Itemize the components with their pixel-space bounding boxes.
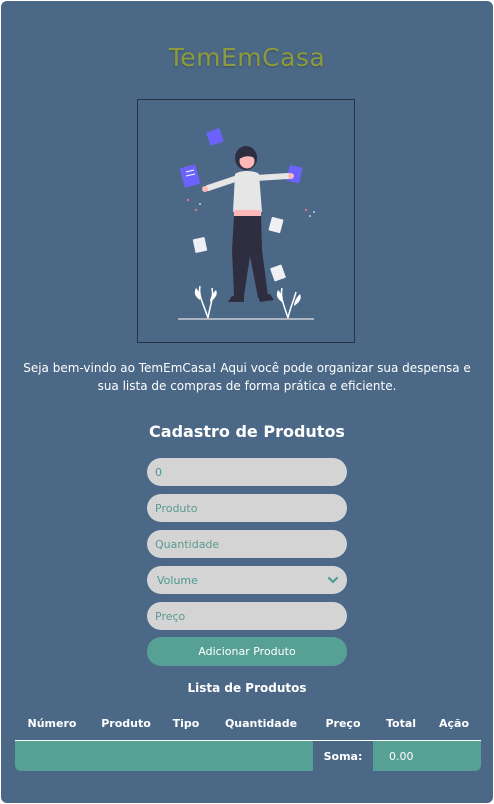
product-input[interactable]	[147, 494, 347, 522]
number-field[interactable]	[147, 458, 347, 486]
header-acao: Ação	[438, 717, 470, 730]
header-quantidade: Quantidade	[224, 717, 298, 730]
volume-select-value: Volume	[157, 573, 198, 587]
table-header: Número Produto Tipo Quantidade Preço Tot…	[15, 717, 481, 741]
sum-label: Soma:	[313, 741, 373, 771]
header-preco: Preço	[325, 717, 361, 730]
header-tipo: Tipo	[172, 717, 200, 730]
add-product-button[interactable]: Adicionar Produto	[147, 637, 347, 666]
sum-value: 0.00	[389, 749, 414, 763]
header-produto: Produto	[101, 717, 151, 730]
price-input[interactable]	[147, 602, 347, 630]
form-title: Cadastro de Produtos	[149, 422, 345, 441]
volume-select[interactable]: Volume	[147, 566, 347, 594]
table-footer: Soma: 0.00	[15, 741, 481, 771]
chevron-down-icon	[328, 577, 338, 584]
app-card: TemEmCasa Seja bem-vindo ao TemEmCasa! A…	[1, 1, 493, 803]
brand-title: TemEmCasa	[168, 43, 326, 72]
welcome-text: Seja bem-vindo ao TemEmCasa! Aqui você p…	[23, 361, 471, 393]
header-total: Total	[385, 717, 417, 730]
hero-illustration	[137, 99, 355, 343]
woman-juggling-notes-illustration	[178, 128, 315, 320]
list-title: Lista de Produtos	[187, 681, 307, 695]
quantity-input[interactable]	[147, 530, 347, 558]
header-numero: Número	[27, 717, 77, 730]
